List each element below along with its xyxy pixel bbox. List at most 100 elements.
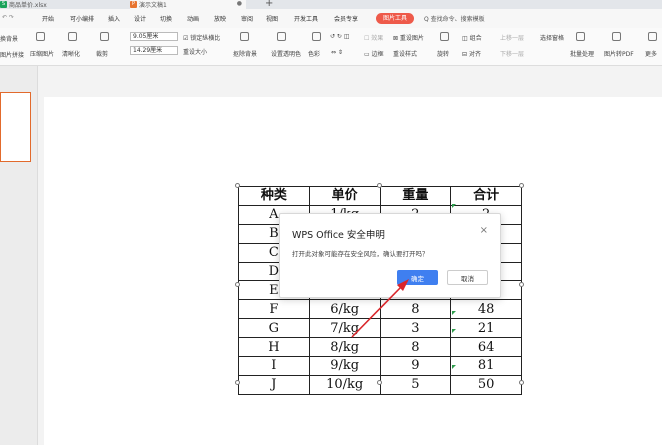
- resize-handle-bottom-right[interactable]: [519, 380, 524, 385]
- up-layer-button[interactable]: 上移一层: [500, 33, 524, 42]
- effect-label: 效果: [371, 35, 384, 42]
- lock-ratio-label: 锁定纵横比: [190, 35, 221, 42]
- clarify-button[interactable]: 清晰化: [62, 49, 80, 58]
- table-cell: 6/kg: [308, 299, 381, 320]
- effect-button[interactable]: ☐ 效果: [364, 33, 383, 42]
- tab-presentation[interactable]: P 演示文稿1 ●: [130, 0, 246, 9]
- table-cell: 7/kg: [308, 318, 381, 339]
- combine-button[interactable]: ◫ 组合: [462, 33, 482, 42]
- slide-thumbnail-panel: [0, 66, 38, 445]
- menu-view[interactable]: 视图: [266, 14, 278, 23]
- spreadsheet-icon: S: [0, 1, 7, 8]
- resize-handle-bottom-left[interactable]: [235, 380, 240, 385]
- table-cell: 8: [379, 299, 452, 320]
- resize-handle-left[interactable]: [235, 282, 240, 287]
- table-cell: 9/kg: [308, 356, 381, 376]
- cancel-button[interactable]: 取消: [447, 270, 488, 285]
- batch-process-button[interactable]: 批量处理: [570, 49, 594, 58]
- menu-bar: ↶ ↷ 开始 可小编排 插入 设计 切换 动画 放映 审阅 视图 开发工具 会员…: [0, 9, 662, 28]
- menu-insert[interactable]: 插入: [108, 14, 120, 23]
- menu-member[interactable]: 会员专享: [334, 14, 358, 23]
- flip-icons[interactable]: ⇔ ⇕: [331, 49, 343, 56]
- set-transparent-button[interactable]: 设置透明色: [271, 49, 301, 58]
- batch-icon: [576, 32, 585, 41]
- confirm-button[interactable]: 确定: [397, 270, 438, 285]
- resize-handle-top-left[interactable]: [235, 183, 240, 188]
- down-layer-button[interactable]: 下移一层: [500, 49, 524, 58]
- more-icon: [648, 32, 657, 41]
- table-cell: 50: [450, 374, 522, 395]
- close-icon[interactable]: ×: [480, 225, 488, 236]
- width-field[interactable]: 14.29厘米: [130, 46, 178, 55]
- matting-button[interactable]: 抠除背景: [233, 49, 257, 58]
- menu-home[interactable]: 开始: [42, 14, 54, 23]
- menu-review[interactable]: 审阅: [241, 14, 253, 23]
- menu-animation[interactable]: 动画: [187, 14, 199, 23]
- resize-handle-top[interactable]: [377, 183, 382, 188]
- more-button[interactable]: 更多: [645, 49, 657, 58]
- header-unit-price: 单价: [308, 186, 381, 206]
- document-tab-bar: S 商品单价.xlsx P 演示文稿1 ● +: [0, 0, 662, 9]
- change-background-button[interactable]: 换背景: [0, 34, 18, 43]
- cell-marker: [452, 365, 456, 369]
- compress-image-button[interactable]: 压缩图片: [30, 49, 54, 58]
- menu-transition[interactable]: 切换: [160, 14, 172, 23]
- dialog-message: 打开此对象可能存在安全风险，确认要打开吗？: [292, 250, 429, 258]
- crop-icon: [100, 32, 109, 41]
- add-tab-icon[interactable]: +: [265, 0, 273, 9]
- clarify-icon: [68, 32, 77, 41]
- header-weight: 重量: [379, 186, 452, 206]
- menu-design[interactable]: 设计: [134, 14, 146, 23]
- select-pane-button[interactable]: 选择窗格: [540, 33, 564, 42]
- reset-size-button[interactable]: 重设大小: [183, 47, 207, 56]
- lock-ratio-checkbox[interactable]: ☑ 锁定纵横比: [183, 33, 220, 42]
- border-button[interactable]: ▭ 边框: [364, 49, 384, 58]
- matting-icon: [240, 32, 249, 41]
- table-cell: G: [238, 318, 310, 339]
- align-button[interactable]: ⊟ 对齐: [462, 49, 481, 58]
- table-cell: 48: [450, 299, 522, 320]
- color-button[interactable]: 色彩: [308, 49, 320, 58]
- presentation-icon: P: [130, 1, 137, 8]
- rotate-button[interactable]: 旋转: [437, 49, 449, 58]
- combine-label: 组合: [469, 35, 482, 42]
- search-input[interactable]: Q 查找命令、搜索模板: [424, 14, 485, 23]
- reset-style-button[interactable]: 重设样式: [393, 49, 417, 58]
- rotate-icon: [440, 32, 449, 41]
- table-cell: 8/kg: [308, 337, 381, 358]
- image-to-pdf-button[interactable]: 图片转PDF: [604, 49, 634, 58]
- tab-label: 商品单价.xlsx: [9, 2, 47, 9]
- resize-handle-bottom[interactable]: [377, 380, 382, 385]
- resize-handle-right[interactable]: [519, 282, 524, 287]
- reset-image-button[interactable]: ⊠ 重设图片: [393, 33, 424, 42]
- tab-picture-tools[interactable]: 图片工具: [376, 13, 414, 24]
- table-row: F 6/kg 8 48: [238, 299, 522, 320]
- close-icon[interactable]: ●: [237, 0, 242, 7]
- slide-thumbnail[interactable]: [0, 92, 31, 162]
- tab-spreadsheet[interactable]: S 商品单价.xlsx: [0, 0, 122, 9]
- table-cell: 81: [450, 356, 522, 376]
- menu-slideshow[interactable]: 放映: [214, 14, 226, 23]
- table-cell: 21: [450, 318, 522, 339]
- header-category: 种类: [238, 186, 310, 206]
- rotate-icons[interactable]: ↺ ↻ ◫: [330, 33, 350, 40]
- height-field[interactable]: 9.05厘米: [130, 32, 178, 41]
- table-cell: 10/kg: [308, 374, 381, 395]
- table-cell: 64: [450, 337, 522, 358]
- menu-layout[interactable]: 可小编排: [70, 14, 94, 23]
- table-cell: J: [238, 374, 310, 395]
- table-cell: 5: [379, 374, 452, 395]
- table-row: H 8/kg 8 64: [238, 337, 522, 358]
- table-cell: F: [238, 299, 310, 320]
- dialog-title: WPS Office 安全申明: [292, 230, 385, 241]
- resize-handle-top-right[interactable]: [519, 183, 524, 188]
- crop-button[interactable]: 裁剪: [96, 49, 108, 58]
- table-row: I 9/kg 9 81: [238, 356, 522, 376]
- undo-icon[interactable]: ↶ ↷: [2, 14, 14, 21]
- menu-developer[interactable]: 开发工具: [294, 14, 318, 23]
- header-total: 合计: [450, 186, 522, 206]
- table-cell: I: [238, 356, 310, 376]
- cell-marker: [452, 311, 456, 315]
- image-splice-button[interactable]: 图片拼接: [0, 50, 24, 59]
- ribbon-toolbar: 换背景 图片拼接 压缩图片 清晰化 裁剪 9.05厘米 14.29厘米 ☑ 锁定…: [0, 28, 662, 66]
